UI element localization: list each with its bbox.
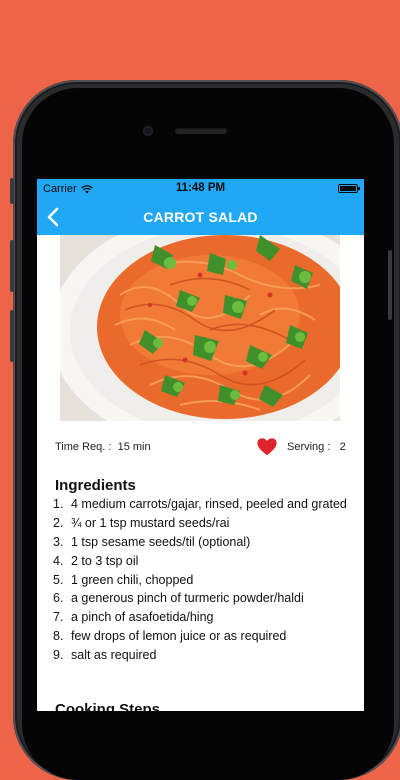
ingredient-item: 1. 4 medium carrots/gajar, rinsed, peeled… (53, 497, 347, 512)
ingredients-list: 1. 4 medium carrots/gajar, rinsed, peeled… (53, 497, 347, 667)
ingredient-number: 8. (53, 629, 64, 644)
ingredient-number: 4. (53, 553, 64, 568)
ingredient-item: 4. 2 to 3 tsp oil (53, 554, 347, 569)
ingredients-title: Ingredients (55, 477, 136, 494)
recipe-image (60, 235, 340, 421)
ingredient-number: 5. (53, 572, 64, 587)
volume-up-button (10, 240, 14, 292)
ingredient-item: 8. few drops of lemon juice or as require… (53, 629, 347, 644)
clock: 11:48 PM (175, 182, 226, 194)
carrot-salad-photo (60, 235, 340, 421)
mute-switch (10, 178, 14, 204)
status-bar: Carrier 11:48 PM (37, 179, 364, 199)
time-value: 15 min (117, 441, 151, 453)
ingredient-text: few drops of lemon juice or as required (71, 629, 287, 644)
power-button (388, 250, 392, 320)
ingredient-number: 2. (53, 515, 64, 530)
ingredient-number: 6. (53, 591, 64, 606)
serving-info: Serving : 2 (287, 441, 346, 453)
ingredient-text: 4 medium carrots/gajar, rinsed, peeled a… (71, 497, 347, 511)
time-required: Time Req. : 15 min (55, 441, 151, 453)
earpiece-speaker (175, 128, 227, 134)
ingredient-text: 1 tsp sesame seeds/til (optional) (71, 534, 251, 549)
app-screen: Carrier 11:48 PM CARROT SALAD Time Req. … (37, 179, 364, 711)
ingredient-item: 5. 1 green chili, chopped (53, 573, 347, 588)
ingredient-item: 3. 1 tsp sesame seeds/til (optional) (53, 535, 347, 550)
navigation-bar: CARROT SALAD (37, 199, 364, 235)
ingredient-text: 2 to 3 tsp oil (71, 553, 139, 568)
front-camera-icon (143, 126, 153, 136)
heart-icon[interactable] (256, 436, 278, 458)
ingredient-text: salt as required (71, 648, 157, 663)
ingredient-number: 1. (53, 497, 64, 511)
ingredient-item: 7. a pinch of asafoetida/hing (53, 610, 347, 625)
ingredient-number: 9. (53, 648, 64, 663)
volume-down-button (10, 310, 14, 362)
page-title: CARROT SALAD (143, 209, 258, 225)
serving-value: 2 (339, 441, 346, 453)
recipe-meta-row: Time Req. : 15 min Serving : 2 (37, 435, 364, 459)
ingredient-text: a pinch of asafoetida/hing (71, 610, 214, 625)
battery-icon (338, 184, 360, 193)
ingredient-number: 3. (53, 534, 64, 549)
ingredient-number: 7. (53, 610, 64, 625)
time-label: Time Req. : (55, 441, 112, 453)
ingredient-text: a generous pinch of turmeric powder/hald… (71, 591, 304, 606)
ingredient-text: 1 green chili, chopped (71, 572, 194, 587)
serving-label: Serving : (287, 441, 331, 453)
ingredient-text: ¾ or 1 tsp mustard seeds/rai (71, 515, 230, 530)
ingredient-item: 9. salt as required (53, 648, 347, 663)
ingredient-item: 2. ¾ or 1 tsp mustard seeds/rai (53, 516, 347, 531)
ingredient-item: 6. a generous pinch of turmeric powder/ha… (53, 591, 347, 606)
cooking-steps-title: Cooking Steps (55, 701, 161, 711)
